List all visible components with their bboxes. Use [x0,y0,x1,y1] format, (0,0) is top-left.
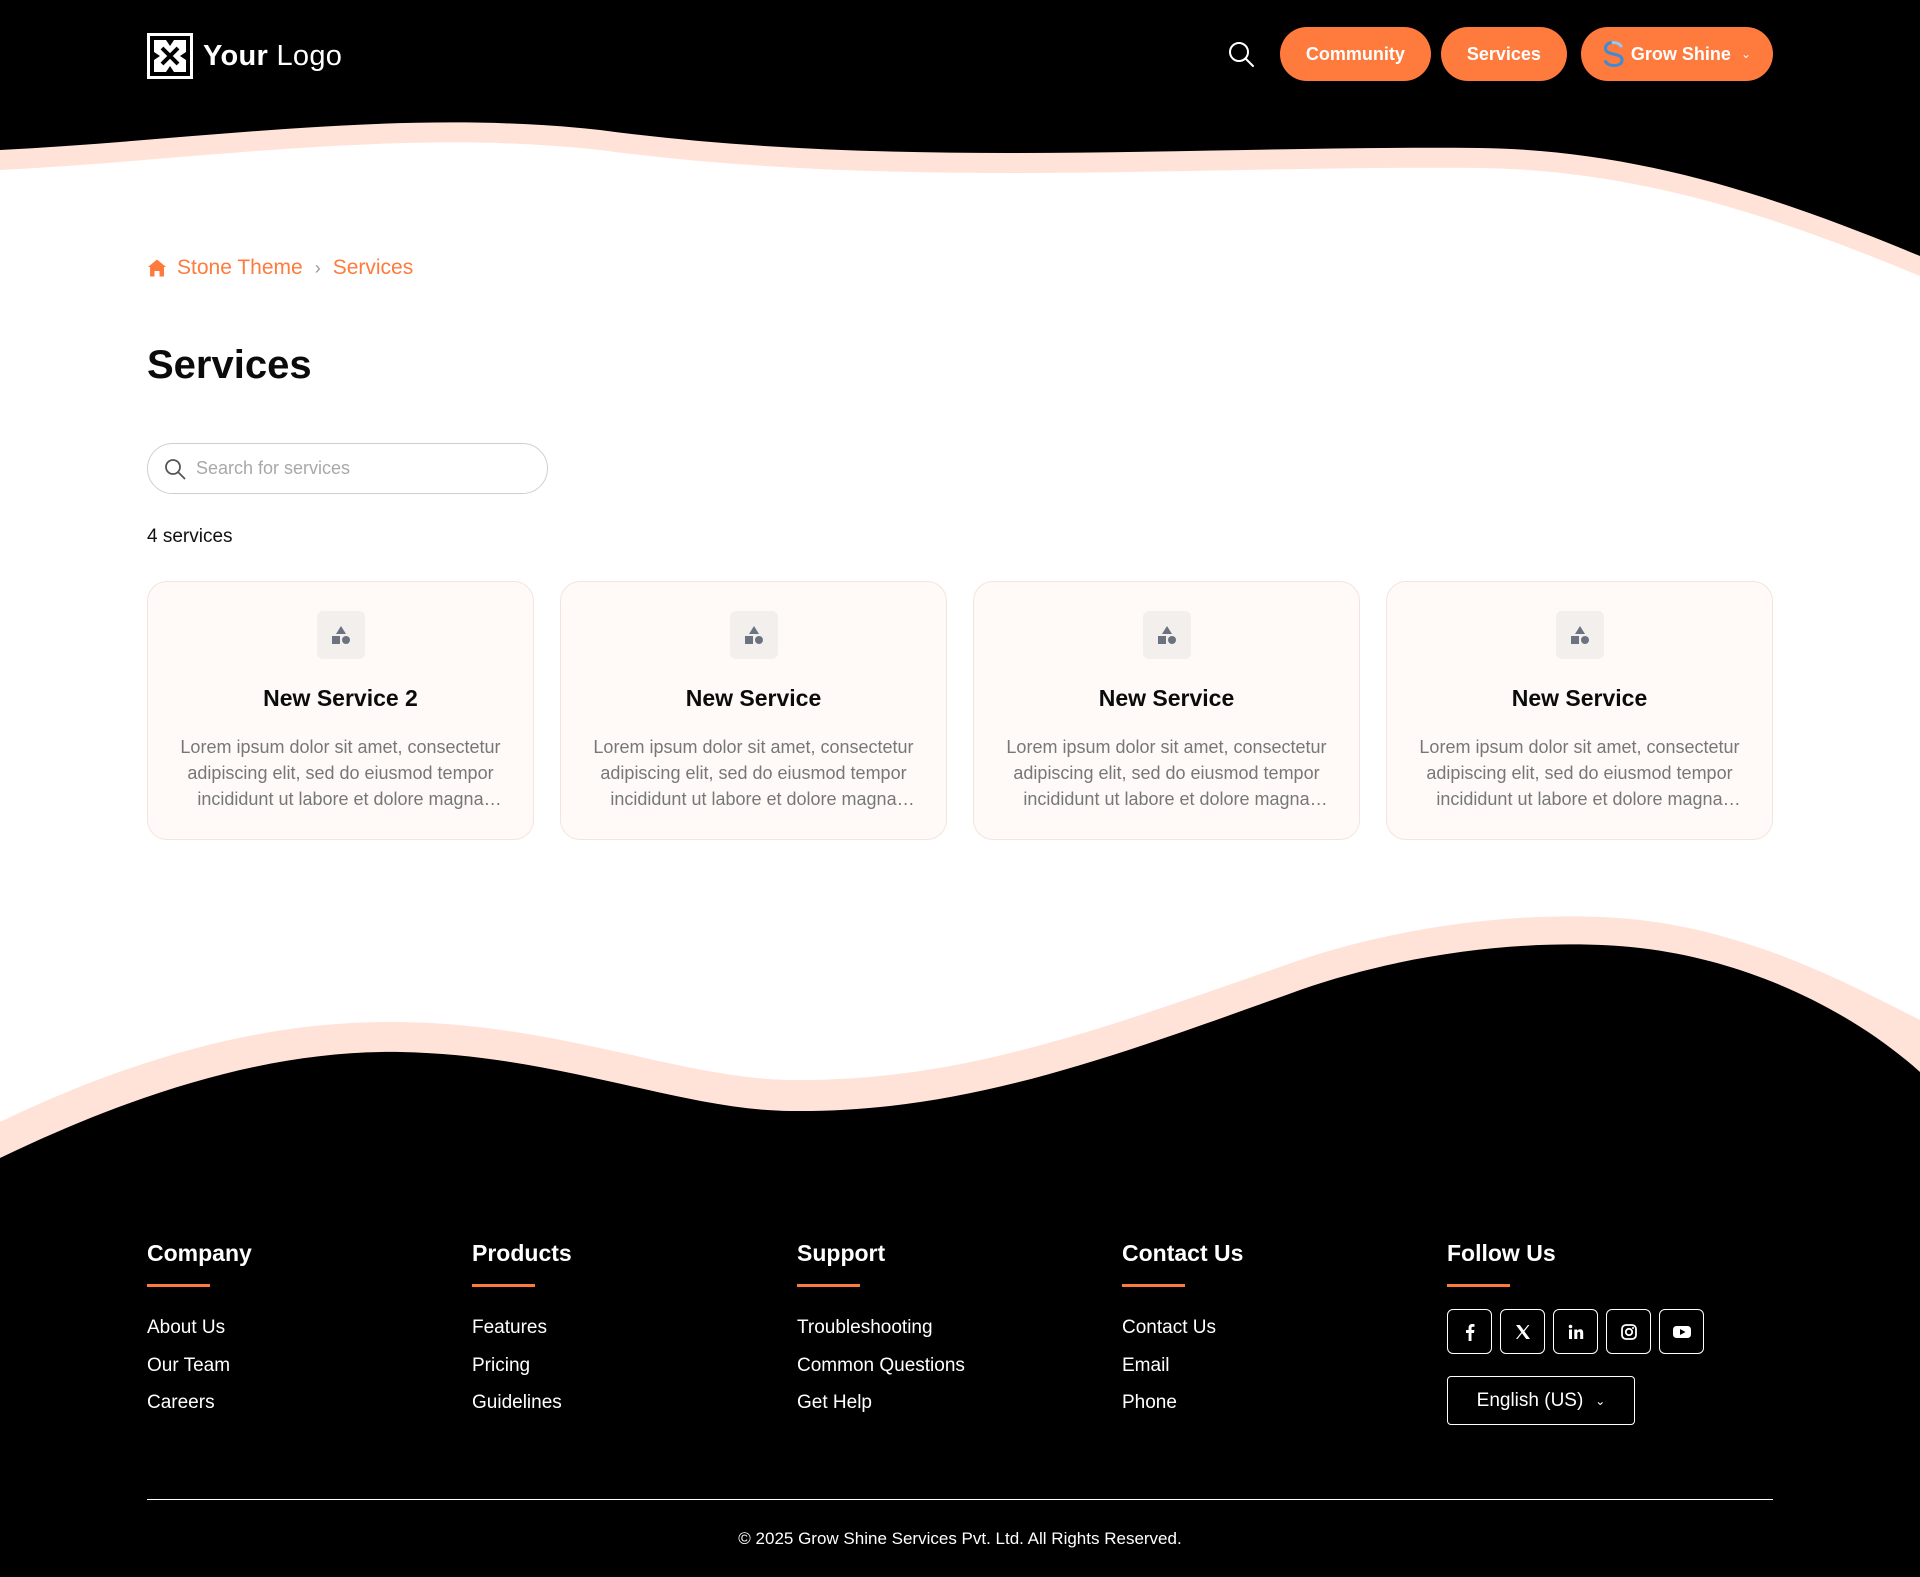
service-card-description: Lorem ipsum dolor sit amet, consectetur … [180,737,501,809]
footer-link-troubleshooting[interactable]: Troubleshooting [797,1309,1122,1347]
search-icon [165,458,186,479]
chevron-down-icon: ⌄ [1595,1393,1606,1408]
chevron-right-icon: › [314,257,321,278]
shapes-icon [331,626,350,644]
youtube-link[interactable] [1659,1309,1704,1354]
service-card-title: New Service [685,685,822,711]
footer-column-follow: Follow Us English (US) ⌄ [1447,1240,1772,1425]
breadcrumb: Stone Theme › Services [147,256,413,280]
instagram-link[interactable] [1606,1309,1651,1354]
footer-heading: Products [472,1240,572,1266]
footer-columns: Company About Us Our Team Careers Produc… [147,1240,1773,1425]
service-card-description: Lorem ipsum dolor sit amet, consectetur … [1006,737,1327,809]
service-card[interactable]: New Service 2 Lorem ipsum dolor sit amet… [147,581,534,840]
footer-link-contact-us[interactable]: Contact Us [1122,1309,1447,1347]
footer-column-company: Company About Us Our Team Careers [147,1240,472,1425]
linkedin-icon [1568,1324,1583,1339]
logo-word-2: Logo [276,39,343,72]
user-menu-label: Grow Shine [1630,43,1731,64]
footer-link-about-us[interactable]: About Us [147,1309,472,1347]
search-icon [1228,42,1254,67]
service-count: 4 services [147,526,233,547]
footer-wave-background [0,916,1920,1577]
footer-heading-underline [797,1284,860,1287]
service-card-description: Lorem ipsum dolor sit amet, consectetur … [1419,737,1740,809]
user-avatar-icon [1603,41,1624,67]
facebook-icon [1465,1323,1474,1341]
service-card-icon-box [316,611,365,659]
service-card[interactable]: New Service Lorem ipsum dolor sit amet, … [973,581,1360,840]
footer-heading: Support [797,1240,886,1266]
service-card-description: Lorem ipsum dolor sit amet, consectetur … [593,737,914,809]
linkedin-link[interactable] [1553,1309,1598,1354]
footer-column-contact: Contact Us Contact Us Email Phone [1122,1240,1447,1425]
service-card-icon-box [729,611,778,659]
copyright-text: © 2025 Grow Shine Services Pvt. Ltd. All… [738,1529,1182,1548]
header-search-button[interactable] [1224,37,1258,71]
instagram-icon [1620,1323,1637,1340]
site-header: Your Logo Community Services Grow Shine … [0,0,1920,110]
community-button[interactable]: Community [1279,27,1431,81]
site-footer: Company About Us Our Team Careers Produc… [147,1240,1773,1548]
footer-link-pricing[interactable]: Pricing [472,1347,797,1385]
footer-column-products: Products Features Pricing Guidelines [472,1240,797,1425]
footer-heading-underline [472,1284,535,1287]
language-selector[interactable]: English (US) ⌄ [1447,1376,1635,1425]
service-card-title: New Service [1098,685,1235,711]
footer-link-careers[interactable]: Careers [147,1384,472,1422]
footer-divider [147,1499,1773,1500]
footer-heading: Follow Us [1447,1240,1556,1266]
footer-heading: Contact Us [1122,1240,1244,1266]
footer-link-get-help[interactable]: Get Help [797,1384,1122,1422]
social-links [1447,1309,1772,1354]
footer-column-support: Support Troubleshooting Common Questions… [797,1240,1122,1425]
shapes-icon [1570,626,1589,644]
footer-heading: Company [147,1240,252,1266]
service-card-icon-box [1555,611,1604,659]
footer-link-guidelines[interactable]: Guidelines [472,1384,797,1422]
services-button[interactable]: Services [1440,27,1567,81]
page-title: Services [147,343,312,387]
shapes-icon [1157,626,1176,644]
service-search-box[interactable] [147,443,548,494]
language-label: English (US) [1476,1389,1584,1411]
footer-link-phone[interactable]: Phone [1122,1384,1447,1422]
header-nav: Community Services Grow Shine ⌄ [1224,27,1773,81]
footer-link-email[interactable]: Email [1122,1347,1447,1385]
shapes-icon [744,626,763,644]
footer-heading-underline [1122,1284,1185,1287]
footer-link-common-questions[interactable]: Common Questions [797,1347,1122,1385]
site-logo[interactable]: Your Logo [147,33,342,79]
footer-link-our-team[interactable]: Our Team [147,1347,472,1385]
service-card-title: New Service [1511,685,1648,711]
logo-mark-icon [147,33,193,79]
footer-heading-underline [147,1284,210,1287]
facebook-link[interactable] [1447,1309,1492,1354]
service-card-grid: New Service 2 Lorem ipsum dolor sit amet… [147,581,1773,840]
home-icon[interactable] [147,258,167,278]
user-menu-button[interactable]: Grow Shine ⌄ [1580,27,1773,81]
chevron-down-icon: ⌄ [1740,47,1751,61]
breadcrumb-current[interactable]: Services [333,256,414,280]
logo-word-1: Your [203,39,269,72]
service-card-title: New Service 2 [263,685,418,711]
logo-text: Your Logo [203,40,342,73]
service-card[interactable]: New Service Lorem ipsum dolor sit amet, … [560,581,947,840]
youtube-icon [1672,1325,1691,1338]
x-icon [1515,1324,1530,1339]
footer-heading-underline [1447,1284,1510,1287]
service-card-icon-box [1142,611,1191,659]
breadcrumb-home-link[interactable]: Stone Theme [177,256,303,280]
service-search-input[interactable] [196,458,516,479]
service-card[interactable]: New Service Lorem ipsum dolor sit amet, … [1386,581,1773,840]
x-link[interactable] [1500,1309,1545,1354]
footer-link-features[interactable]: Features [472,1309,797,1347]
